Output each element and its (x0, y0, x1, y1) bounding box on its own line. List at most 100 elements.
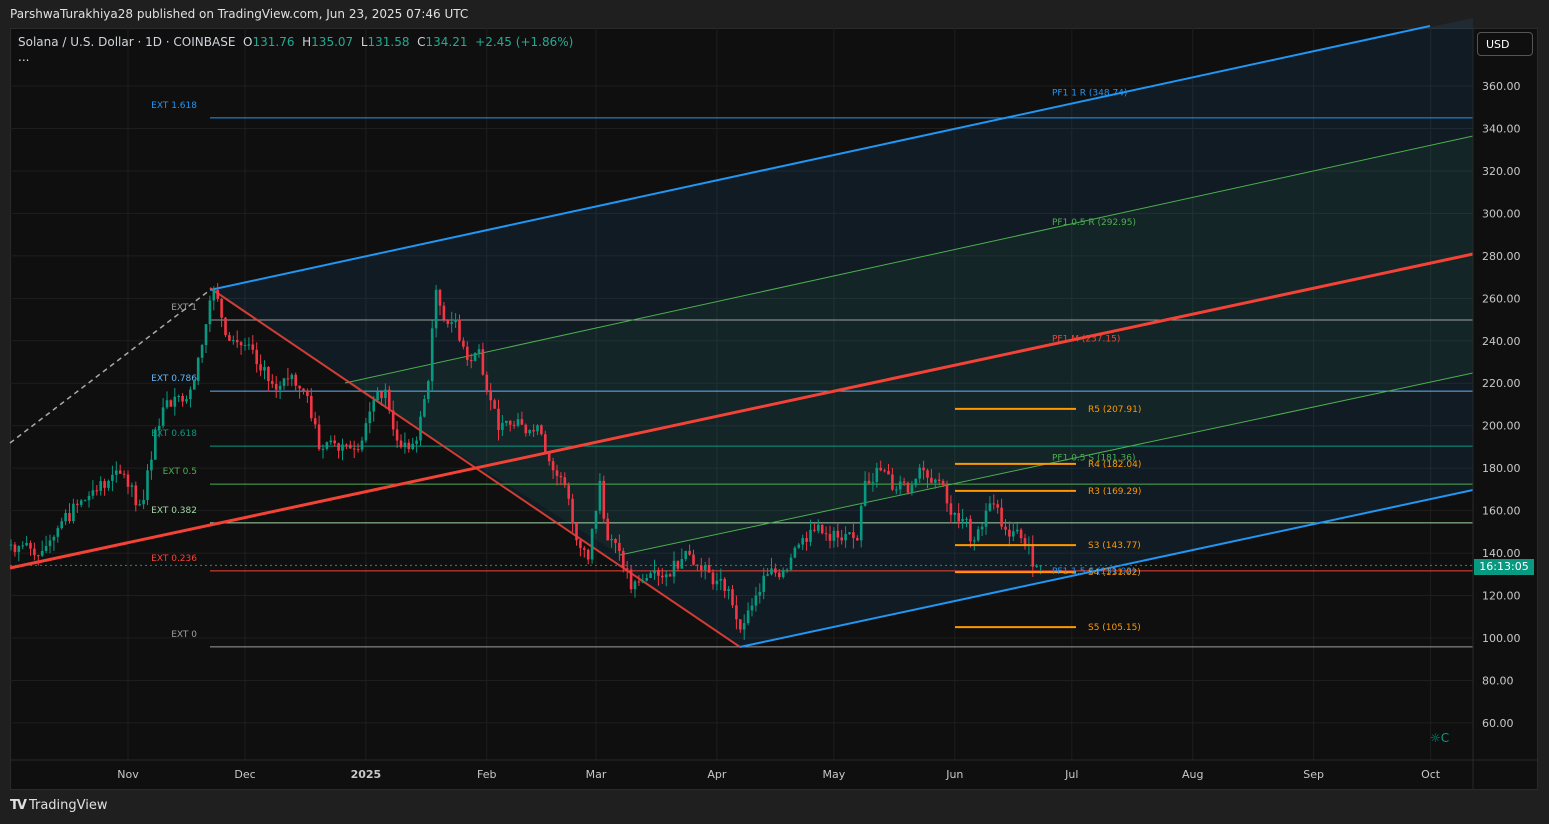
fib-level-label: EXT 0 (171, 630, 197, 640)
candle-body (497, 408, 500, 430)
candle-body (965, 518, 968, 520)
footer: TV TradingView (10, 798, 107, 813)
candle-body (973, 540, 976, 542)
high-value: 135.07 (311, 35, 354, 49)
candle-body (438, 289, 442, 306)
candle-body (177, 395, 180, 397)
symbol-legend[interactable]: Solana / U.S. Dollar · 1D · COINBASE O13… (18, 35, 573, 49)
candle-body (446, 319, 450, 324)
symbol-name: Solana / U.S. Dollar · 1D · COINBASE (18, 35, 236, 49)
footer-brand: TradingView (28, 798, 108, 813)
candle-body (575, 523, 578, 541)
time-tick-label: Sep (1303, 768, 1324, 781)
candle-body (610, 539, 613, 541)
candle-body (910, 485, 914, 493)
candle-body (165, 400, 169, 408)
candle-body (797, 544, 801, 548)
candle-body (680, 559, 684, 569)
candle-body (957, 513, 960, 522)
candle-body (953, 513, 957, 515)
candle-body (150, 459, 153, 471)
candle-body (922, 467, 925, 471)
candle-body (668, 574, 672, 577)
candle-body (407, 442, 411, 450)
candle-body (368, 411, 372, 424)
candle-body (817, 524, 820, 531)
candle-body (216, 289, 219, 299)
candle-body (801, 538, 804, 545)
candle-body (384, 389, 387, 399)
candle-body (395, 429, 399, 441)
candle-body (898, 481, 902, 490)
candle-body (789, 557, 793, 570)
candle-body (778, 572, 781, 578)
candle-body (259, 364, 262, 371)
candle-body (247, 344, 251, 346)
candle-body (91, 490, 95, 496)
candle-body (282, 378, 286, 386)
more-indicators-button[interactable]: ... (18, 50, 29, 64)
candle-body (809, 529, 812, 542)
candle-body (403, 442, 407, 448)
candle-body (317, 424, 321, 450)
candle-body (25, 542, 28, 546)
candle-body (341, 444, 344, 451)
candle-body (840, 537, 843, 541)
candle-body (376, 391, 379, 401)
candle-body (563, 477, 567, 486)
candle-body (844, 533, 847, 541)
currency-button[interactable]: USD (1477, 32, 1533, 56)
time-tick-label: Feb (477, 768, 496, 781)
price-tick-label: 320.00 (1482, 165, 1521, 178)
candle-body (1023, 538, 1027, 545)
price-chart[interactable]: EXT 1.618 EXT 1 EXT 0.786 EXT 0.618 EXT 0.5 E… (0, 0, 1549, 824)
candle-body (633, 581, 637, 590)
candle-body (1019, 529, 1023, 539)
candle-body (228, 335, 231, 341)
candle-body (505, 420, 508, 423)
close-label: C (417, 35, 426, 49)
candle-body (99, 481, 102, 491)
candle-body (891, 474, 894, 490)
candle-body (520, 419, 524, 425)
candle-body (21, 545, 24, 547)
candle-body (263, 366, 266, 371)
candle-body (622, 550, 625, 569)
candle-body (352, 448, 356, 450)
pitchfork-level-label: PF1 0.5 R (292.95) (1052, 218, 1136, 228)
candle-body (941, 480, 945, 486)
candle-body (848, 532, 851, 534)
candle-body (485, 374, 489, 391)
fib-level-label: EXT 1 (171, 303, 197, 313)
candle-body (859, 505, 863, 541)
candle-body (746, 610, 750, 624)
candle-body (126, 474, 130, 487)
candle-body (594, 510, 598, 529)
projection-icon[interactable]: ☼C (1430, 731, 1449, 745)
candle-body (805, 538, 808, 542)
candle-body (189, 389, 192, 400)
candle-body (493, 400, 496, 409)
candle-body (115, 470, 118, 475)
candle-body (516, 419, 520, 426)
candle-body (356, 449, 360, 451)
candle-body (388, 389, 391, 411)
fib-level-label: EXT 1.618 (151, 101, 197, 111)
candle-body (719, 578, 723, 581)
candle-body (294, 374, 297, 386)
price-tick-label: 80.00 (1482, 674, 1514, 687)
candle-body (501, 422, 504, 430)
candle-body (255, 349, 258, 365)
time-tick-label: Aug (1182, 768, 1203, 781)
time-tick-label: 2025 (351, 768, 382, 781)
candle-body (645, 578, 648, 581)
candle-body (56, 528, 60, 537)
candle-body (220, 298, 223, 318)
candle-body (466, 346, 469, 360)
candle-body (33, 548, 36, 556)
candle-body (477, 349, 481, 353)
candle-body (68, 512, 71, 522)
candle-body (781, 570, 785, 578)
candle-body (48, 540, 52, 546)
candle-body (692, 554, 695, 565)
